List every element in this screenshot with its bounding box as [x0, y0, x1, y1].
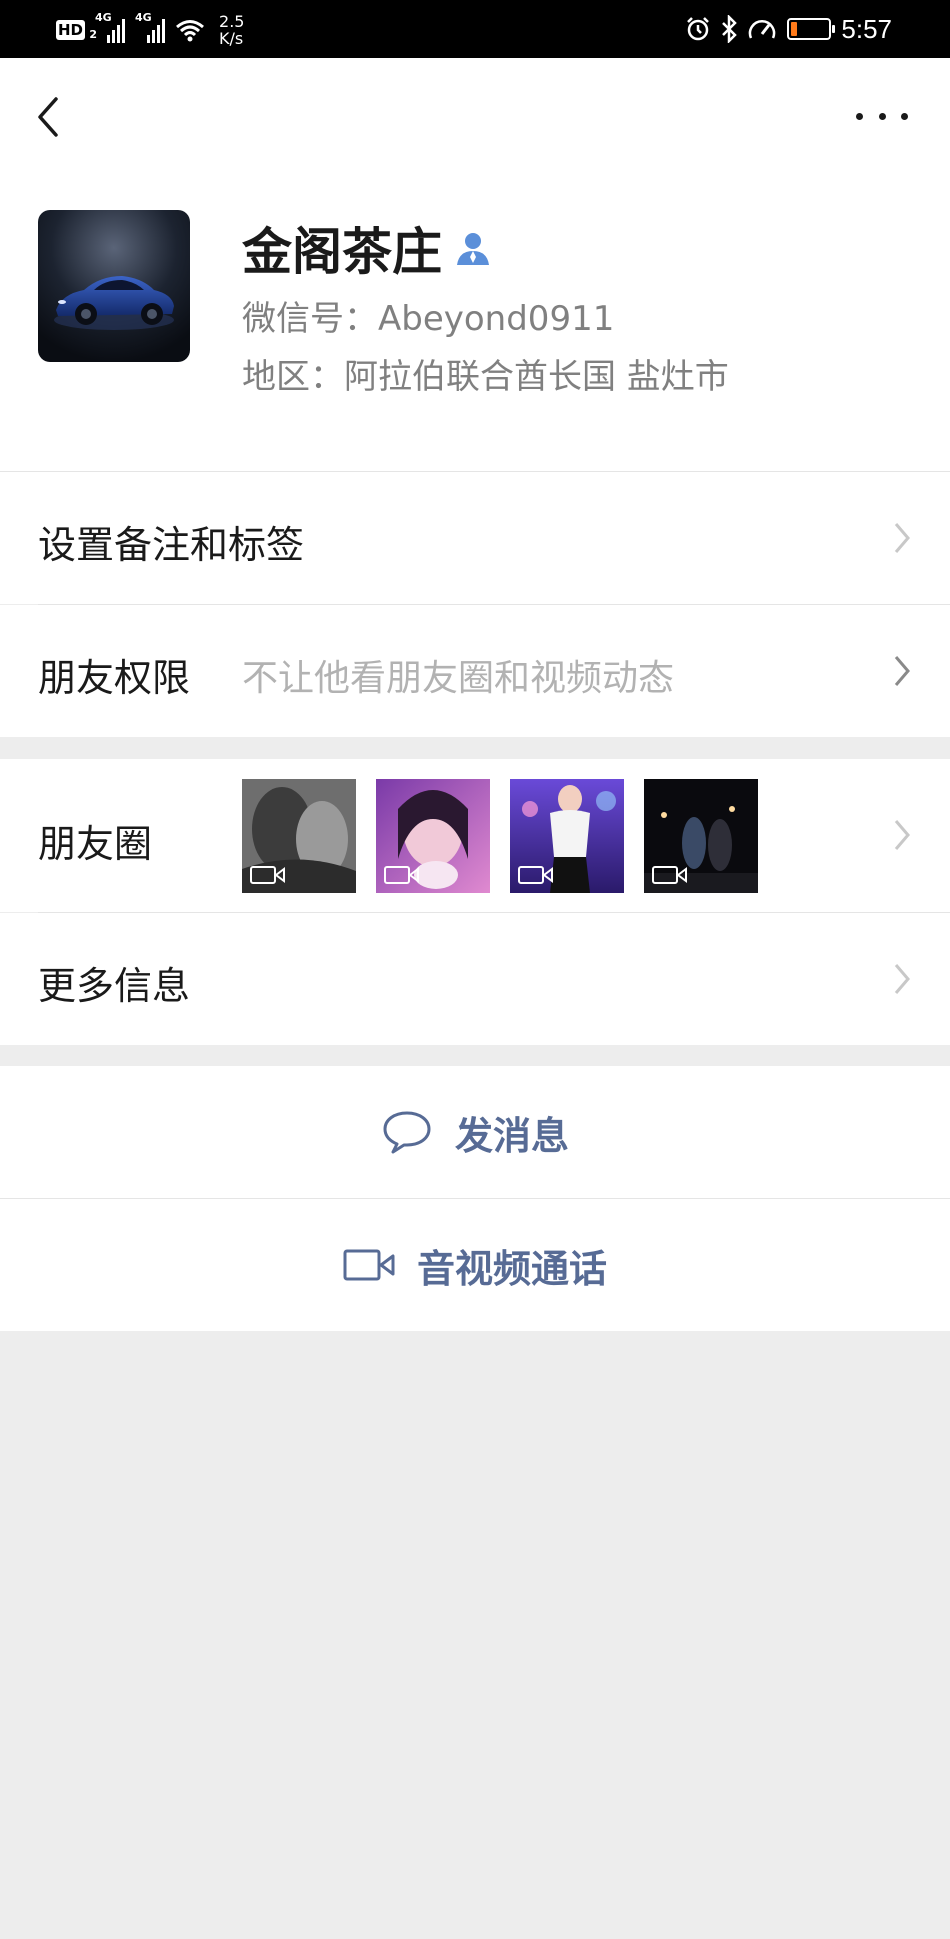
- moments-thumbnail: [242, 779, 356, 893]
- moments-thumbnail: [510, 779, 624, 893]
- more-options-button[interactable]: [856, 106, 908, 126]
- moments-thumbnails: [242, 779, 758, 893]
- avatar[interactable]: [38, 210, 190, 362]
- signal-icon: 4G: [95, 11, 126, 43]
- send-message-label: 发消息: [454, 1113, 569, 1158]
- row-label: 更多信息: [38, 964, 191, 1008]
- chevron-right-icon: [894, 523, 910, 553]
- status-bar: HD 2 4G 4G 2.5 K/s 5:57: [0, 0, 950, 58]
- hd-badge: HD 2: [56, 20, 97, 41]
- profile-header: 金阁茶庄 微信号：Abeyond0911 地区：阿拉伯联合酋长国 盐灶市: [0, 58, 950, 472]
- video-icon: [652, 866, 687, 884]
- dot-icon: [878, 112, 886, 120]
- person-badge-icon: [457, 233, 489, 265]
- network-type-label: 4G: [95, 11, 112, 24]
- video-call-label: 音视频通话: [416, 1246, 607, 1291]
- name-row: 金阁茶庄: [242, 212, 492, 284]
- status-time: 5:57: [841, 13, 892, 44]
- row-value: 不让他看朋友圈和视频动态: [242, 658, 675, 699]
- signal-icon-2: 4G: [135, 11, 166, 43]
- status-bar-left: HD 2 4G 4G 2.5 K/s: [56, 10, 244, 50]
- row-moments[interactable]: 朋友圈: [0, 759, 950, 912]
- car-photo: [38, 210, 190, 362]
- status-bar-right: 5:57: [685, 12, 892, 46]
- video-icon: [518, 866, 553, 884]
- dot-icon: [856, 112, 863, 120]
- bluetooth-icon: [722, 15, 738, 43]
- speed-gauge-icon: [749, 20, 776, 39]
- video-icon: [384, 866, 419, 884]
- video-call-button[interactable]: 音视频通话: [0, 1199, 950, 1331]
- chat-bubble-icon: [383, 1111, 431, 1154]
- video-icon: [250, 866, 285, 884]
- network-speed: 2.5 K/s: [219, 12, 245, 48]
- row-more-info[interactable]: 更多信息: [0, 913, 950, 1045]
- contact-name: 金阁茶庄: [242, 223, 442, 281]
- row-label: 设置备注和标签: [38, 523, 305, 567]
- wechat-id: 微信号：Abeyond0911: [242, 299, 615, 339]
- alarm-icon: [687, 17, 710, 41]
- row-label: 朋友权限: [38, 656, 191, 700]
- video-camera-icon: [343, 1249, 395, 1281]
- region: 地区：阿拉伯联合酋长国 盐灶市: [242, 357, 729, 397]
- row-remark-and-tags[interactable]: 设置备注和标签: [0, 472, 950, 604]
- battery-icon: [787, 18, 836, 40]
- chevron-right-icon: [894, 964, 910, 994]
- back-button[interactable]: [30, 91, 66, 143]
- chevron-right-icon: [894, 820, 910, 850]
- wifi-icon: [176, 20, 204, 42]
- chevron-left-icon: [38, 97, 58, 137]
- battery-fill: [791, 22, 798, 36]
- network-type-label-2: 4G: [135, 11, 152, 24]
- moments-thumbnail: [644, 779, 758, 893]
- row-friend-permissions[interactable]: 朋友权限 不让他看朋友圈和视频动态: [0, 605, 950, 737]
- send-message-button[interactable]: 发消息: [0, 1066, 950, 1198]
- chevron-right-icon: [894, 656, 910, 686]
- row-label: 朋友圈: [38, 822, 153, 866]
- moments-thumbnail: [376, 779, 490, 893]
- dot-icon: [901, 112, 908, 120]
- hd-sub: 2: [89, 28, 98, 41]
